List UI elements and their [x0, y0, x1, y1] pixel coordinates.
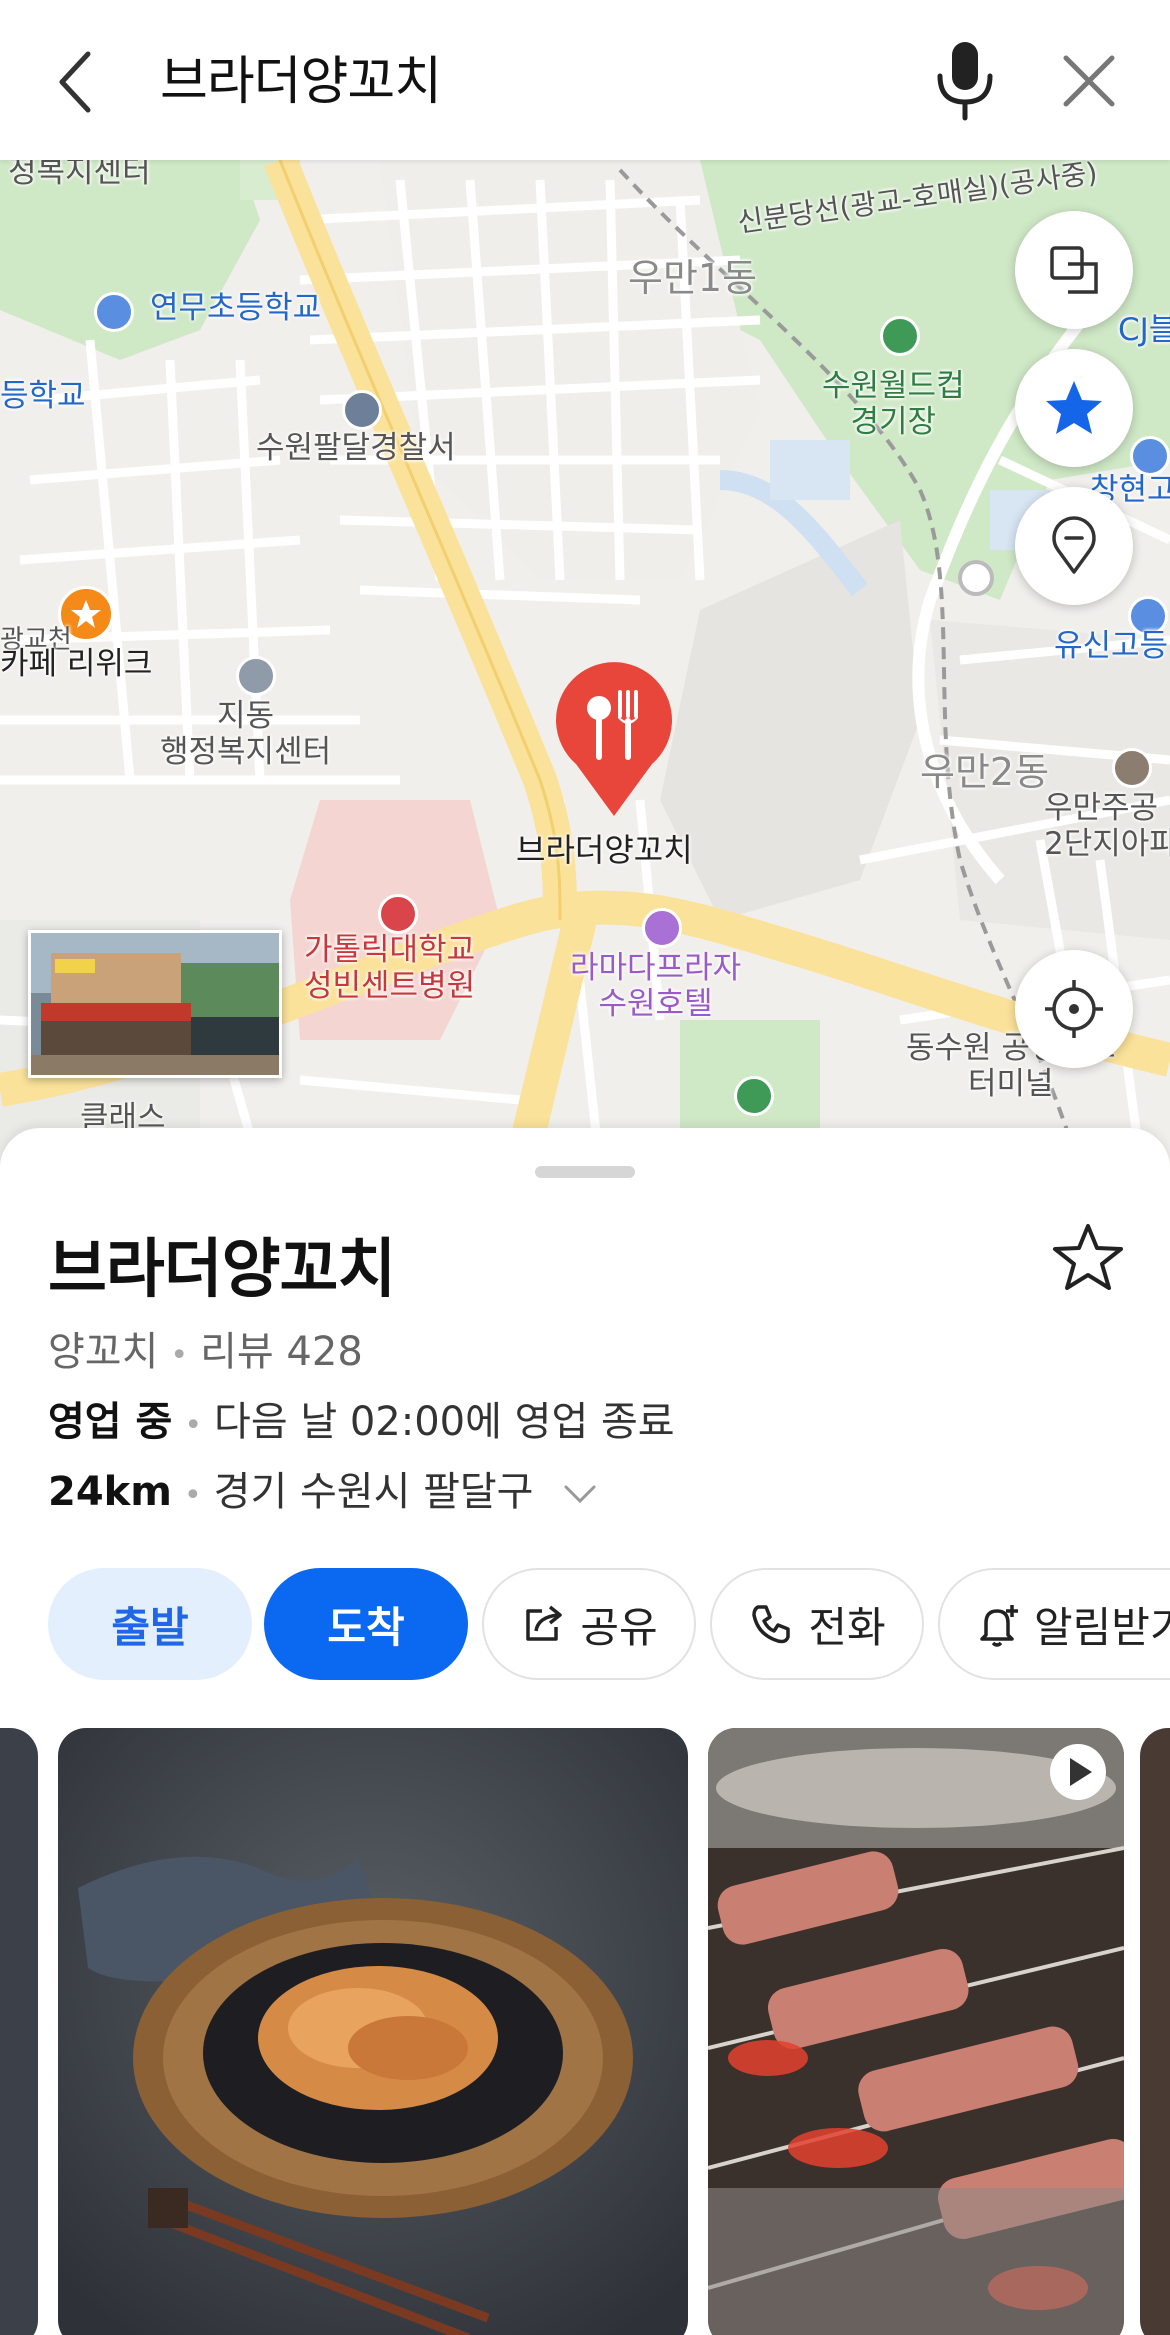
share-icon — [526, 1605, 563, 1641]
map-label: 등학교 — [0, 378, 86, 414]
layers-icon — [1050, 246, 1098, 294]
photo-thumbnail[interactable] — [0, 1728, 38, 2335]
action-buttons: 출발 도착 공유 전화 알림받기 — [48, 1568, 1170, 1680]
map-label: 지동 행정복지센터 — [160, 698, 332, 770]
school-icon — [1130, 436, 1170, 476]
video-thumbnail[interactable] — [708, 1728, 1124, 2335]
chevron-down-icon[interactable] — [560, 1481, 600, 1507]
phone-icon — [752, 1605, 791, 1644]
star-icon — [1046, 381, 1102, 434]
photo-carousel[interactable] — [0, 1728, 1170, 2335]
location-row[interactable]: 24km • 경기 수원시 팔달구 — [48, 1464, 600, 1520]
hotel-icon — [642, 908, 682, 948]
map-label: 유신고등 — [1054, 628, 1169, 664]
notify-button[interactable]: 알림받기 — [938, 1568, 1170, 1680]
street-view-thumbnail[interactable] — [28, 930, 282, 1078]
location-pin-button[interactable] — [1015, 487, 1133, 605]
drag-handle[interactable] — [535, 1166, 635, 1178]
category-row: 양꼬치 • 리뷰 428 — [48, 1329, 363, 1375]
hospital-icon — [378, 894, 418, 934]
review-count[interactable]: 리뷰 428 — [200, 1329, 363, 1375]
bell-plus-icon — [980, 1605, 1018, 1647]
microphone-icon[interactable] — [930, 38, 1000, 124]
call-button[interactable]: 전화 — [710, 1568, 924, 1680]
share-button[interactable]: 공유 — [482, 1568, 696, 1680]
pin-label: 브라더양꼬치 — [516, 831, 693, 869]
star-outline-icon[interactable] — [1048, 1218, 1128, 1298]
close-icon[interactable] — [1058, 50, 1120, 112]
police-icon — [342, 390, 382, 430]
notify-label: 알림받기 — [1034, 1602, 1170, 1652]
start-button[interactable]: 출발 — [48, 1568, 252, 1680]
fork-knife-icon — [556, 662, 672, 816]
closing-time: 다음 날 02:00에 영업 종료 — [214, 1399, 675, 1445]
open-status: 영업 중 — [48, 1399, 173, 1445]
layers-button[interactable] — [1015, 211, 1133, 329]
map-label: 가톨릭대학교 성빈센트병원 — [304, 932, 476, 1004]
search-bar: 브라더양꼬치 — [0, 0, 1170, 160]
arrive-button[interactable]: 도착 — [264, 1568, 468, 1680]
address: 경기 수원시 팔달구 — [213, 1469, 534, 1515]
photo-thumbnail[interactable] — [58, 1728, 688, 2335]
map-label: 우만2동 — [920, 750, 1050, 794]
park-icon — [734, 1076, 774, 1116]
crosshair-icon — [1045, 980, 1103, 1038]
government-office-icon — [236, 656, 276, 696]
stadium-icon — [880, 316, 920, 356]
photo-thumbnail[interactable] — [1140, 1728, 1170, 2335]
map-view[interactable]: 정복지센터 신분당선(광교-호매실)(공사중) 우만1동 연무초등학교 등학교 … — [0, 160, 1170, 1170]
map-label: 수원월드컵 경기장 — [822, 368, 965, 440]
hours-row: 영업 중 • 다음 날 02:00에 영업 종료 — [48, 1399, 675, 1445]
place-title: 브라더양꼬치 — [48, 1233, 396, 1307]
map-label: 정복지센터 — [8, 160, 151, 190]
call-label: 전화 — [808, 1602, 886, 1652]
pin-outline-icon — [1052, 516, 1096, 574]
share-label: 공유 — [580, 1602, 658, 1652]
back-icon[interactable] — [48, 44, 108, 120]
map-label: 연무초등학교 — [150, 290, 322, 326]
restaurant-pin[interactable] — [554, 660, 674, 820]
map-label: 라마다프라자 수원호텔 — [570, 950, 742, 1022]
map-label: 수원팔달경찰서 — [256, 430, 456, 466]
search-query[interactable]: 브라더양꼬치 — [160, 44, 442, 120]
category: 양꼬치 — [48, 1329, 159, 1375]
favorites-button[interactable] — [1015, 349, 1133, 467]
apartment-icon — [1112, 748, 1152, 788]
map-label: 우만1동 — [628, 256, 758, 300]
school-icon — [94, 292, 134, 332]
map-label: 우만주공 2단지아파 — [1044, 790, 1170, 862]
current-location-button[interactable] — [1015, 950, 1133, 1068]
map-label: 카페 리위크 — [0, 646, 153, 682]
distance: 24km — [48, 1469, 172, 1515]
place-info-sheet: 브라더양꼬치 양꼬치 • 리뷰 428 영업 중 • 다음 날 02:00에 영업 종료… — [0, 1128, 1170, 2335]
map-label: CJ블 — [1118, 312, 1170, 348]
